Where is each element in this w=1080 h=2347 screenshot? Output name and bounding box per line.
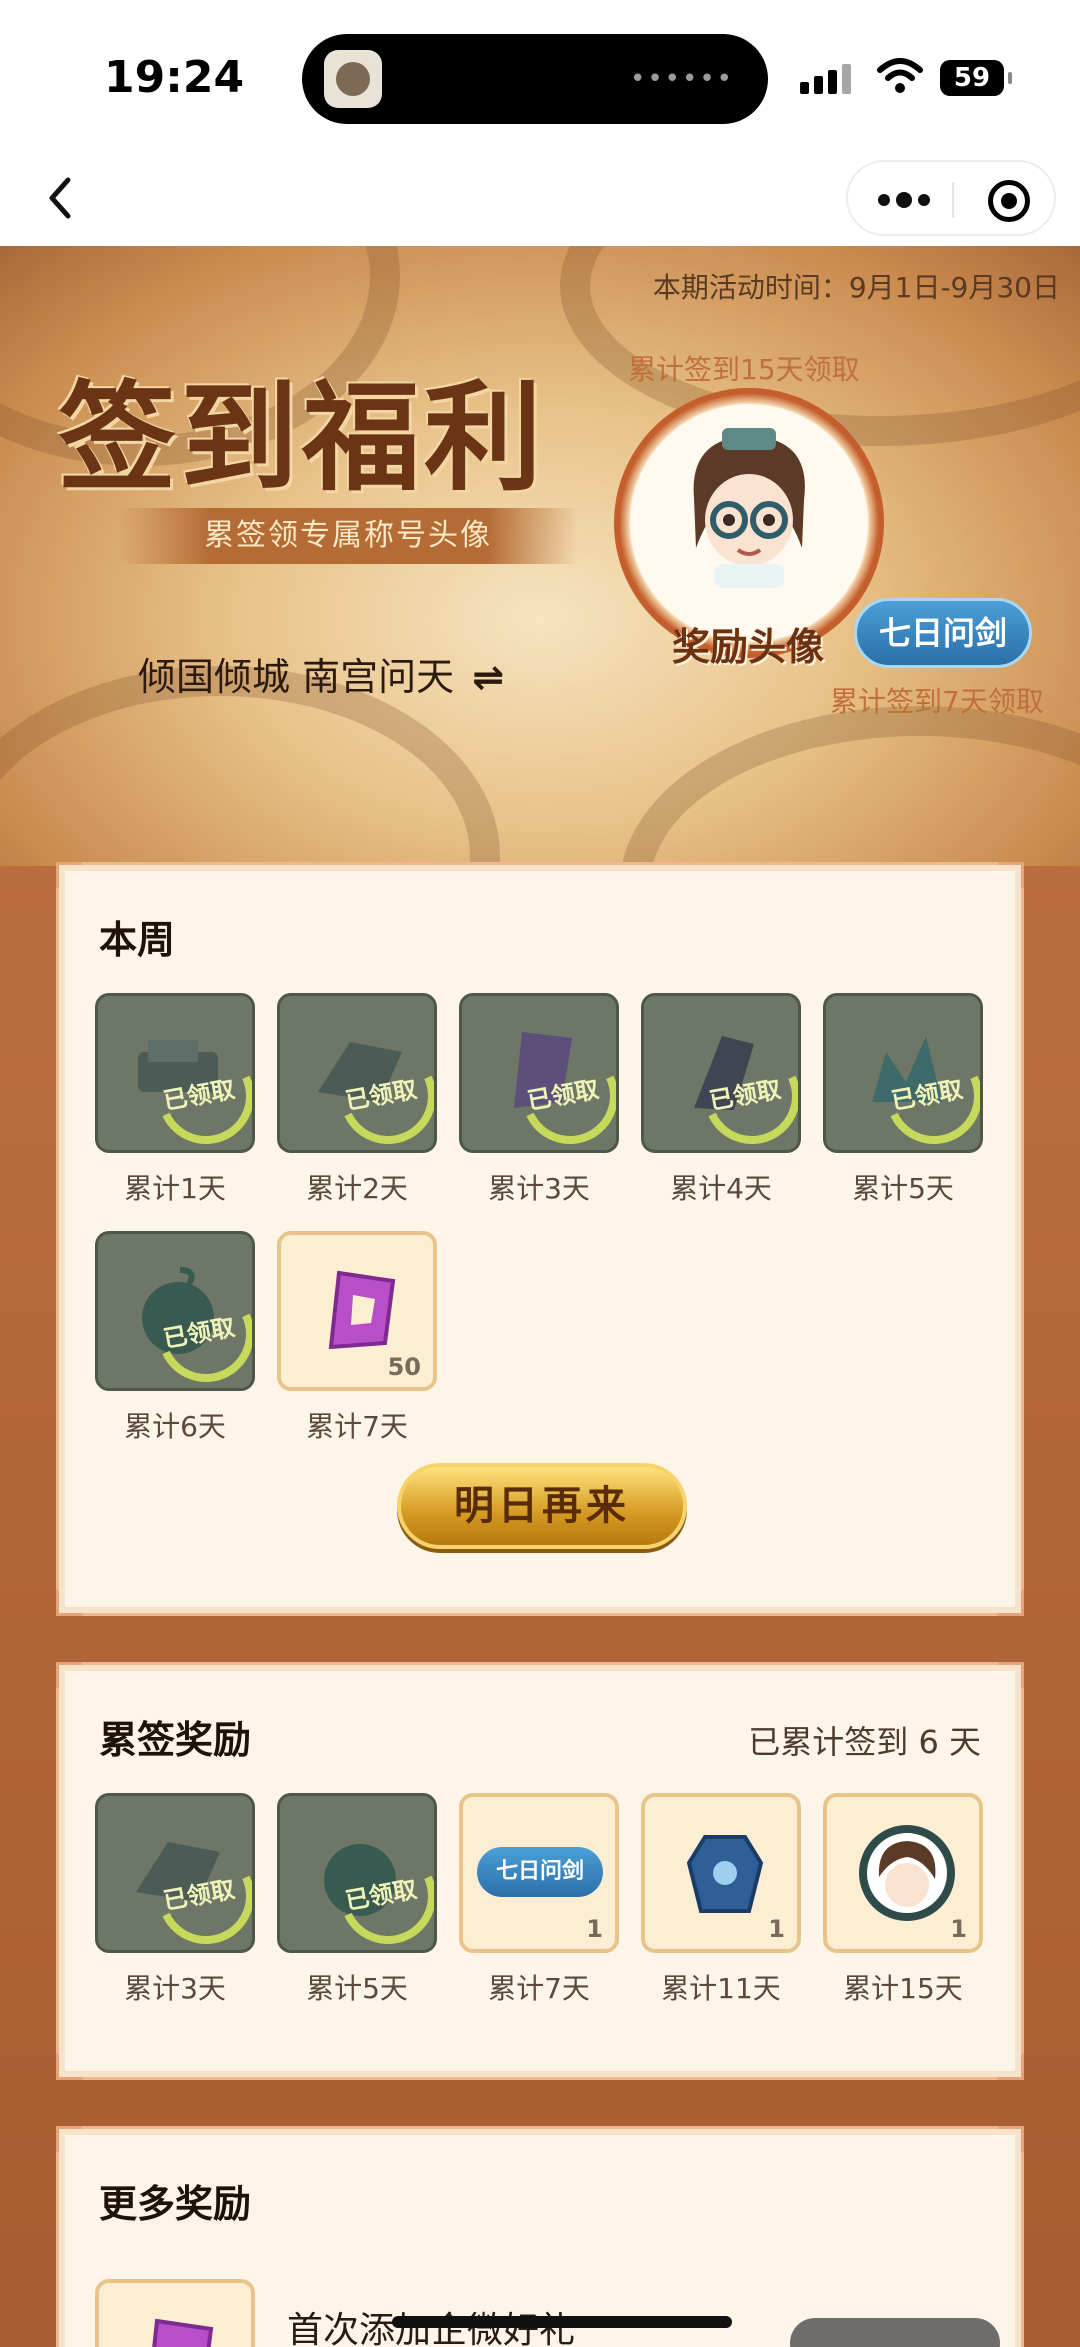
week-item-day6[interactable]: 已领取 累计6天	[95, 1231, 255, 1445]
avatar-label: 奖励头像	[672, 625, 825, 669]
dynamic-island: ••••••	[302, 34, 768, 124]
cumulative-card: 累签奖励 已累计签到 6 天 已领取 累计3天 已领取 累计5天 七日问剑 1 …	[56, 1662, 1024, 2080]
reward-tile: 1	[641, 1793, 801, 1953]
capsule-divider	[952, 182, 954, 218]
close-target-icon[interactable]	[988, 180, 1030, 222]
week-title: 本周	[99, 918, 176, 962]
reward-tile: 已领取	[277, 1793, 437, 1953]
reward-tile: 已领取	[459, 993, 619, 1153]
status-bar: 19:24 •••••• 59	[0, 0, 1080, 150]
week-item-day4[interactable]: 已领取 累计4天	[641, 993, 801, 1207]
title-badge[interactable]: 七日问剑	[854, 598, 1032, 668]
wifi-icon	[877, 58, 923, 93]
signin-banner: 本期活动时间：9月1日-9月30日 签到福利 累签领专属称号头像 倾国倾城 南宫…	[0, 246, 1080, 866]
reward-tile: 1	[823, 1793, 983, 1953]
more-dots-icon[interactable]	[876, 186, 932, 214]
back-arrow-icon[interactable]	[38, 170, 88, 226]
nav-bar	[0, 150, 1080, 246]
reward-tile: 已领取	[95, 1793, 255, 1953]
item-label: 累计15天	[843, 1972, 963, 2005]
item-label: 累计2天	[306, 1172, 408, 1205]
user-title-switch[interactable]: 倾国倾城 南宫问天 ⇌	[138, 646, 504, 701]
cumulative-item-3[interactable]: 已领取 累计3天	[95, 1793, 255, 2007]
item-label: 累计7天	[488, 1972, 590, 2005]
come-back-tomorrow-button[interactable]: 明日再来	[397, 1463, 687, 1549]
page-title: 签到福利	[58, 368, 547, 507]
home-indicator	[392, 2316, 732, 2328]
swirl-decoration	[620, 706, 1080, 866]
page: 19:24 •••••• 59 本期活动时间：9月1日-9月30日 签到福利 累…	[0, 0, 1080, 2347]
mini-program-capsule	[846, 160, 1056, 236]
week-item-day5[interactable]: 已领取 累计5天	[823, 993, 983, 1207]
badge-requirement: 累计签到7天领取	[830, 685, 1044, 718]
item-label: 累计3天	[488, 1172, 590, 1205]
week-item-day3[interactable]: 已领取 累计3天	[459, 993, 619, 1207]
signal-icon	[800, 64, 851, 94]
reward-count: 1	[950, 1915, 967, 1943]
island-dots-icon: ••••••	[629, 64, 734, 94]
character-avatar-icon	[693, 428, 805, 588]
reward-count: 1	[586, 1915, 603, 1943]
more-rewards-title: 更多奖励	[99, 2182, 252, 2226]
more-reward-item[interactable]	[95, 2279, 255, 2347]
item-label: 累计11天	[661, 1972, 781, 2005]
battery-icon: 59	[940, 60, 1012, 96]
status-time: 19:24	[104, 52, 245, 103]
reward-tile: 已领取	[641, 993, 801, 1153]
reward-tile	[95, 2279, 255, 2347]
avatar-frame-icon	[859, 1825, 955, 1921]
item-label: 累计5天	[852, 1172, 954, 1205]
reward-count: 1	[768, 1915, 785, 1943]
app-thumbnail-icon	[324, 50, 382, 108]
avatar-requirement: 累计签到15天领取	[628, 353, 860, 386]
reward-count: 50	[387, 1353, 421, 1381]
reward-tile: 已领取	[95, 1231, 255, 1391]
reward-tile: 七日问剑 1	[459, 1793, 619, 1953]
item-label: 累计5天	[306, 1972, 408, 2005]
crystal-icon	[328, 1270, 396, 1350]
floating-action-button[interactable]	[790, 2318, 1000, 2347]
cumulative-item-7[interactable]: 七日问剑 1 累计7天	[459, 1793, 619, 2007]
week-item-day2[interactable]: 已领取 累计2天	[277, 993, 437, 1207]
subtitle-ribbon: 累签领专属称号头像	[118, 508, 578, 564]
item-label: 累计7天	[306, 1410, 408, 1443]
week-card: 本周 已领取 累计1天 已领取 累计2天 已领取 累计3天 已领取 累计4天 已…	[56, 862, 1024, 1616]
more-rewards-card: 更多奖励 首次添加企微好礼	[56, 2126, 1024, 2347]
item-label: 累计1天	[124, 1172, 226, 1205]
week-item-day1[interactable]: 已领取 累计1天	[95, 993, 255, 1207]
reward-tile: 已领取	[823, 993, 983, 1153]
week-item-day7[interactable]: 50 累计7天	[277, 1231, 437, 1445]
item-label: 累计4天	[670, 1172, 772, 1205]
cumulative-item-15[interactable]: 1 累计15天	[823, 1793, 983, 2007]
cumulative-item-11[interactable]: 1 累计11天	[641, 1793, 801, 2007]
cumulative-item-5[interactable]: 已领取 累计5天	[277, 1793, 437, 2007]
crystal-icon	[152, 2318, 214, 2347]
cumulative-progress: 已累计签到 6 天	[748, 1723, 981, 1761]
user-title-text: 倾国倾城 南宫问天	[138, 655, 455, 699]
robe-icon	[686, 1835, 764, 1913]
reward-tile: 50	[277, 1231, 437, 1391]
reward-tile: 已领取	[95, 993, 255, 1153]
cumulative-title: 累签奖励	[99, 1718, 252, 1762]
activity-period: 本期活动时间：9月1日-9月30日	[652, 271, 1060, 304]
item-label: 累计3天	[124, 1972, 226, 2005]
title-badge-icon: 七日问剑	[477, 1847, 603, 1897]
swap-icon[interactable]: ⇌	[472, 655, 504, 699]
item-label: 累计6天	[124, 1410, 226, 1443]
reward-tile: 已领取	[277, 993, 437, 1153]
